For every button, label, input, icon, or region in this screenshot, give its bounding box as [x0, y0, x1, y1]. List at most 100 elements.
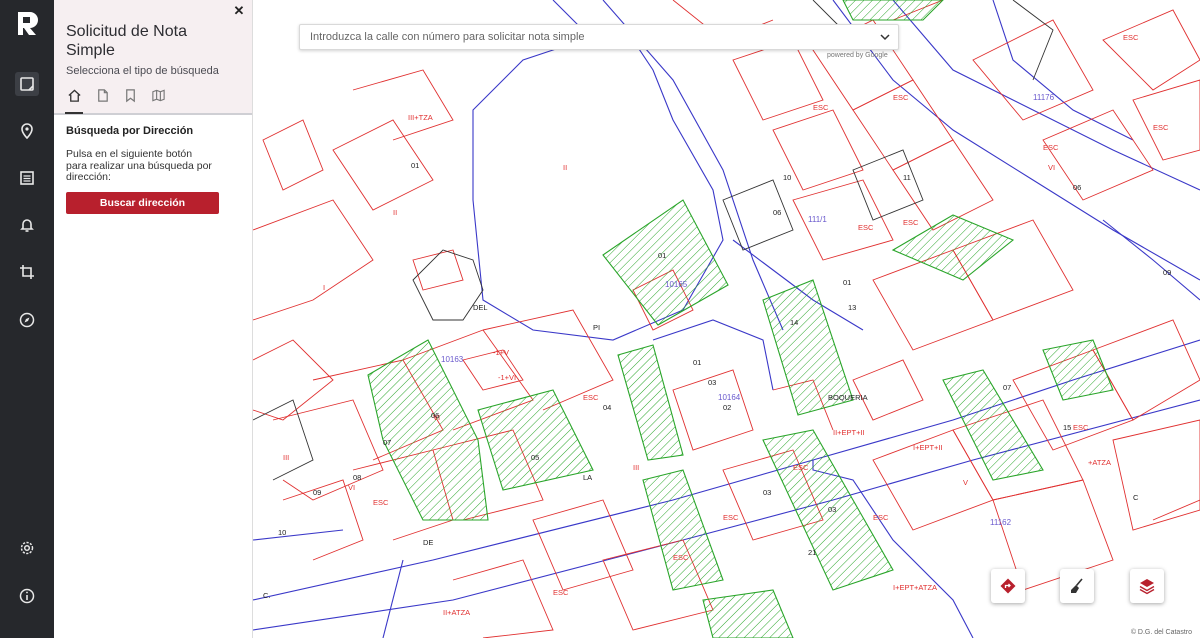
address-search-bar — [299, 24, 899, 50]
note-icon[interactable] — [15, 72, 39, 96]
svg-text:ESC: ESC — [583, 393, 599, 402]
address-search-input[interactable] — [300, 25, 872, 49]
svg-text:ESC: ESC — [1153, 123, 1169, 132]
svg-text:III: III — [283, 453, 289, 462]
svg-text:ESC: ESC — [673, 553, 689, 562]
svg-text:DEL: DEL — [473, 303, 488, 312]
panel-subtitle: Selecciona el tipo de búsqueda — [66, 65, 219, 77]
powered-by-google: powered by Google — [827, 52, 888, 59]
route-icon[interactable] — [991, 569, 1025, 603]
block-11162: 11162 — [990, 518, 1012, 527]
block-outlines — [253, 0, 1200, 638]
svg-text:-1+V: -1+V — [493, 348, 509, 357]
settings-icon[interactable] — [15, 536, 39, 560]
svg-text:ESC: ESC — [1073, 423, 1089, 432]
info-icon[interactable] — [15, 584, 39, 608]
document-icon[interactable] — [94, 88, 110, 108]
svg-text:C.: C. — [263, 591, 271, 600]
home-icon[interactable] — [65, 88, 83, 114]
bookmark-icon[interactable] — [122, 88, 138, 108]
svg-text:ESC: ESC — [893, 93, 909, 102]
app-window: ✕ Solicitud de Nota Simple Selecciona el… — [0, 0, 1200, 638]
svg-text:10: 10 — [783, 173, 791, 182]
block-111-1: 111/1 — [808, 215, 827, 224]
svg-text:06: 06 — [431, 411, 439, 420]
list-icon[interactable] — [15, 166, 39, 190]
location-pin-icon[interactable] — [15, 119, 39, 143]
svg-text:ESC: ESC — [793, 463, 809, 472]
map-icon[interactable] — [150, 88, 166, 108]
svg-text:05: 05 — [531, 453, 539, 462]
crop-icon[interactable] — [15, 260, 39, 284]
svg-text:I+EPT+ATZA: I+EPT+ATZA — [893, 583, 937, 592]
section-description: Pulsa en el siguiente botón para realiza… — [66, 148, 212, 183]
svg-text:V: V — [963, 478, 968, 487]
svg-text:II: II — [393, 208, 397, 217]
close-glyph: ✕ — [233, 3, 245, 18]
panel-title: Solicitud de Nota Simple — [66, 23, 187, 59]
close-icon[interactable]: ✕ — [230, 2, 248, 20]
svg-text:01: 01 — [658, 251, 666, 260]
svg-text:ESC: ESC — [813, 103, 829, 112]
svg-text:14: 14 — [790, 318, 798, 327]
block-11176: 11176 — [1033, 93, 1055, 102]
svg-text:09: 09 — [313, 488, 321, 497]
svg-text:II+EPT+II: II+EPT+II — [833, 428, 865, 437]
parcel-lines — [253, 0, 1200, 638]
svg-text:07: 07 — [383, 438, 391, 447]
svg-text:03: 03 — [828, 505, 836, 514]
svg-text:C: C — [1133, 493, 1139, 502]
compass-icon[interactable] — [15, 308, 39, 332]
svg-text:BOQUERIA: BOQUERIA — [828, 393, 868, 402]
svg-text:01: 01 — [411, 161, 419, 170]
svg-text:06: 06 — [1073, 183, 1081, 192]
svg-text:10: 10 — [278, 528, 286, 537]
map-attribution: © D.G. del Catastro — [1130, 629, 1192, 636]
svg-text:21: 21 — [808, 548, 816, 557]
svg-text:07: 07 — [1003, 383, 1011, 392]
svg-text:ESC: ESC — [1043, 143, 1059, 152]
block-10165: 10165 — [665, 280, 688, 289]
left-rail — [0, 0, 54, 638]
section-title: Búsqueda por Dirección — [66, 125, 194, 137]
svg-text:09: 09 — [1163, 268, 1171, 277]
svg-text:I+EPT+II: I+EPT+II — [913, 443, 943, 452]
svg-text:03: 03 — [708, 378, 716, 387]
search-type-tabs — [65, 88, 166, 114]
svg-text:15: 15 — [1063, 423, 1071, 432]
svg-text:I: I — [323, 283, 325, 292]
svg-text:06: 06 — [773, 208, 781, 217]
broom-icon[interactable] — [1060, 569, 1094, 603]
svg-text:VI: VI — [1048, 163, 1055, 172]
buscar-direccion-button[interactable]: Buscar dirección — [66, 191, 219, 214]
svg-text:II+ATZA: II+ATZA — [443, 608, 470, 617]
svg-text:01: 01 — [693, 358, 701, 367]
svg-text:PI: PI — [593, 323, 600, 332]
hatched-parcels — [367, 0, 1114, 638]
svg-text:ESC: ESC — [1123, 33, 1139, 42]
svg-text:VI: VI — [348, 483, 355, 492]
app-logo[interactable] — [12, 8, 42, 38]
chevron-down-icon[interactable] — [872, 25, 898, 49]
svg-text:+ATZA: +ATZA — [1088, 458, 1111, 467]
svg-text:02: 02 — [723, 403, 731, 412]
layers-icon[interactable] — [1130, 569, 1164, 603]
cadastral-map[interactable]: III+TZA II I II ESC ESC ESC ESC ESC VI ESC ESC -1… — [253, 0, 1200, 638]
nota-simple-panel: ✕ Solicitud de Nota Simple Selecciona el… — [54, 0, 253, 638]
svg-text:III+TZA: III+TZA — [408, 113, 433, 122]
svg-text:ESC: ESC — [373, 498, 389, 507]
svg-text:01: 01 — [843, 278, 851, 287]
svg-text:03: 03 — [763, 488, 771, 497]
svg-text:ESC: ESC — [903, 218, 919, 227]
svg-text:-1+VI: -1+VI — [498, 373, 516, 382]
svg-text:III: III — [633, 463, 639, 472]
panel-header: ✕ Solicitud de Nota Simple Selecciona el… — [54, 0, 252, 115]
svg-text:ESC: ESC — [723, 513, 739, 522]
block-10163: 10163 — [441, 355, 464, 364]
panel-body: Búsqueda por Dirección Pulsa en el sigui… — [54, 115, 252, 224]
svg-text:ESC: ESC — [553, 588, 569, 597]
svg-text:08: 08 — [353, 473, 361, 482]
svg-text:11: 11 — [903, 173, 911, 182]
bell-icon[interactable] — [15, 213, 39, 237]
svg-text:ESC: ESC — [858, 223, 874, 232]
